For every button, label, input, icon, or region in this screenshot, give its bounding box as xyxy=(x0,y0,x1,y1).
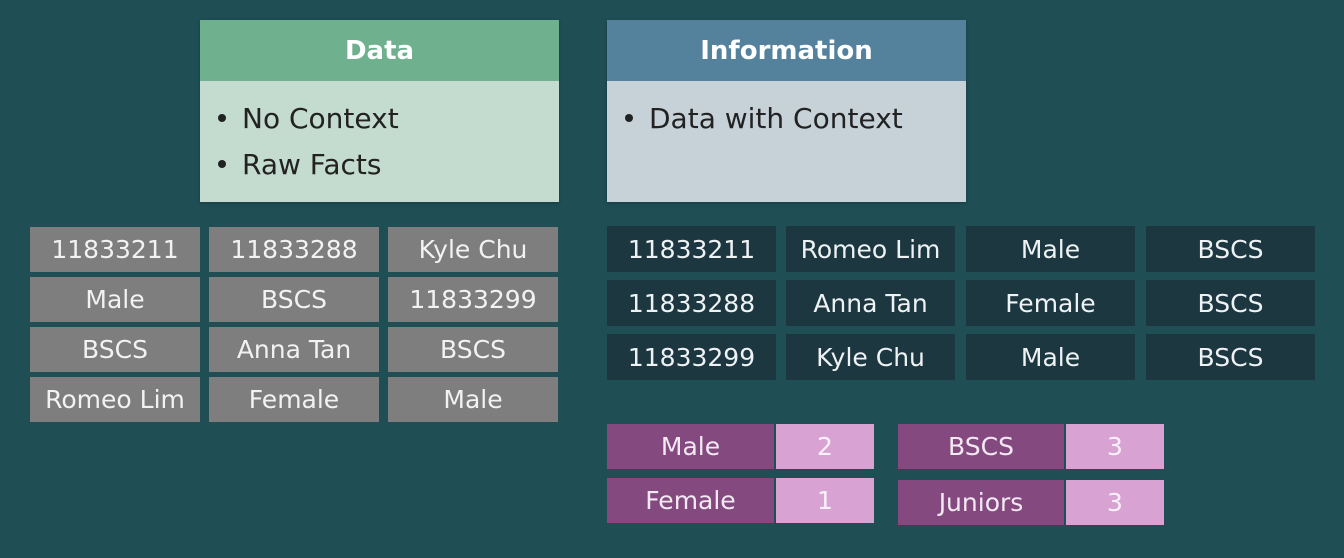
data-bullet-text: Raw Facts xyxy=(242,147,382,181)
data-bullet-text: No Context xyxy=(242,101,399,135)
raw-data-cell: Male xyxy=(388,377,558,422)
summary-value: 3 xyxy=(1066,480,1164,525)
info-bullet-text: Data with Context xyxy=(649,101,903,135)
data-bullet-item: Raw Facts xyxy=(214,141,545,187)
raw-data-cell: 11833299 xyxy=(388,277,558,322)
raw-data-cell: BSCS xyxy=(30,327,200,372)
summary-label: Female xyxy=(607,478,774,523)
info-table-cell: BSCS xyxy=(1146,334,1315,380)
raw-data-cell: 11833288 xyxy=(209,227,379,272)
info-table-cell: Male xyxy=(966,226,1135,272)
raw-data-cell: Romeo Lim xyxy=(30,377,200,422)
information-card-title: Information xyxy=(607,20,966,81)
info-table-cell: Anna Tan xyxy=(786,280,955,326)
info-table-cell: BSCS xyxy=(1146,226,1315,272)
data-card-title: Data xyxy=(200,20,559,81)
summary-label: Juniors xyxy=(898,480,1064,525)
bullet-dot-icon xyxy=(625,114,633,122)
summary-label: Male xyxy=(607,424,774,469)
info-table-cell: 11833211 xyxy=(607,226,776,272)
summary-value: 1 xyxy=(776,478,874,523)
bullet-dot-icon xyxy=(218,114,226,122)
info-table-cell: BSCS xyxy=(1146,280,1315,326)
information-card-body: Data with Context xyxy=(607,81,966,202)
raw-data-cell: Anna Tan xyxy=(209,327,379,372)
raw-data-cell: Female xyxy=(209,377,379,422)
raw-data-cell: 11833211 xyxy=(30,227,200,272)
raw-data-cell: BSCS xyxy=(209,277,379,322)
info-table-cell: Male xyxy=(966,334,1135,380)
raw-data-cell: Kyle Chu xyxy=(388,227,558,272)
info-table-cell: 11833288 xyxy=(607,280,776,326)
info-table-cell: Romeo Lim xyxy=(786,226,955,272)
data-bullet-item: No Context xyxy=(214,95,545,141)
summary-value: 2 xyxy=(776,424,874,469)
info-table-cell: Female xyxy=(966,280,1135,326)
raw-data-cell: Male xyxy=(30,277,200,322)
summary-value: 3 xyxy=(1066,424,1164,469)
bullet-dot-icon xyxy=(218,160,226,168)
info-bullet-item: Data with Context xyxy=(621,95,952,141)
summary-label: BSCS xyxy=(898,424,1064,469)
information-card: Information Data with Context xyxy=(607,20,966,202)
raw-data-cell: BSCS xyxy=(388,327,558,372)
info-table-cell: Kyle Chu xyxy=(786,334,955,380)
data-card-body: No Context Raw Facts xyxy=(200,81,559,202)
info-table-cell: 11833299 xyxy=(607,334,776,380)
data-card: Data No Context Raw Facts xyxy=(200,20,559,202)
